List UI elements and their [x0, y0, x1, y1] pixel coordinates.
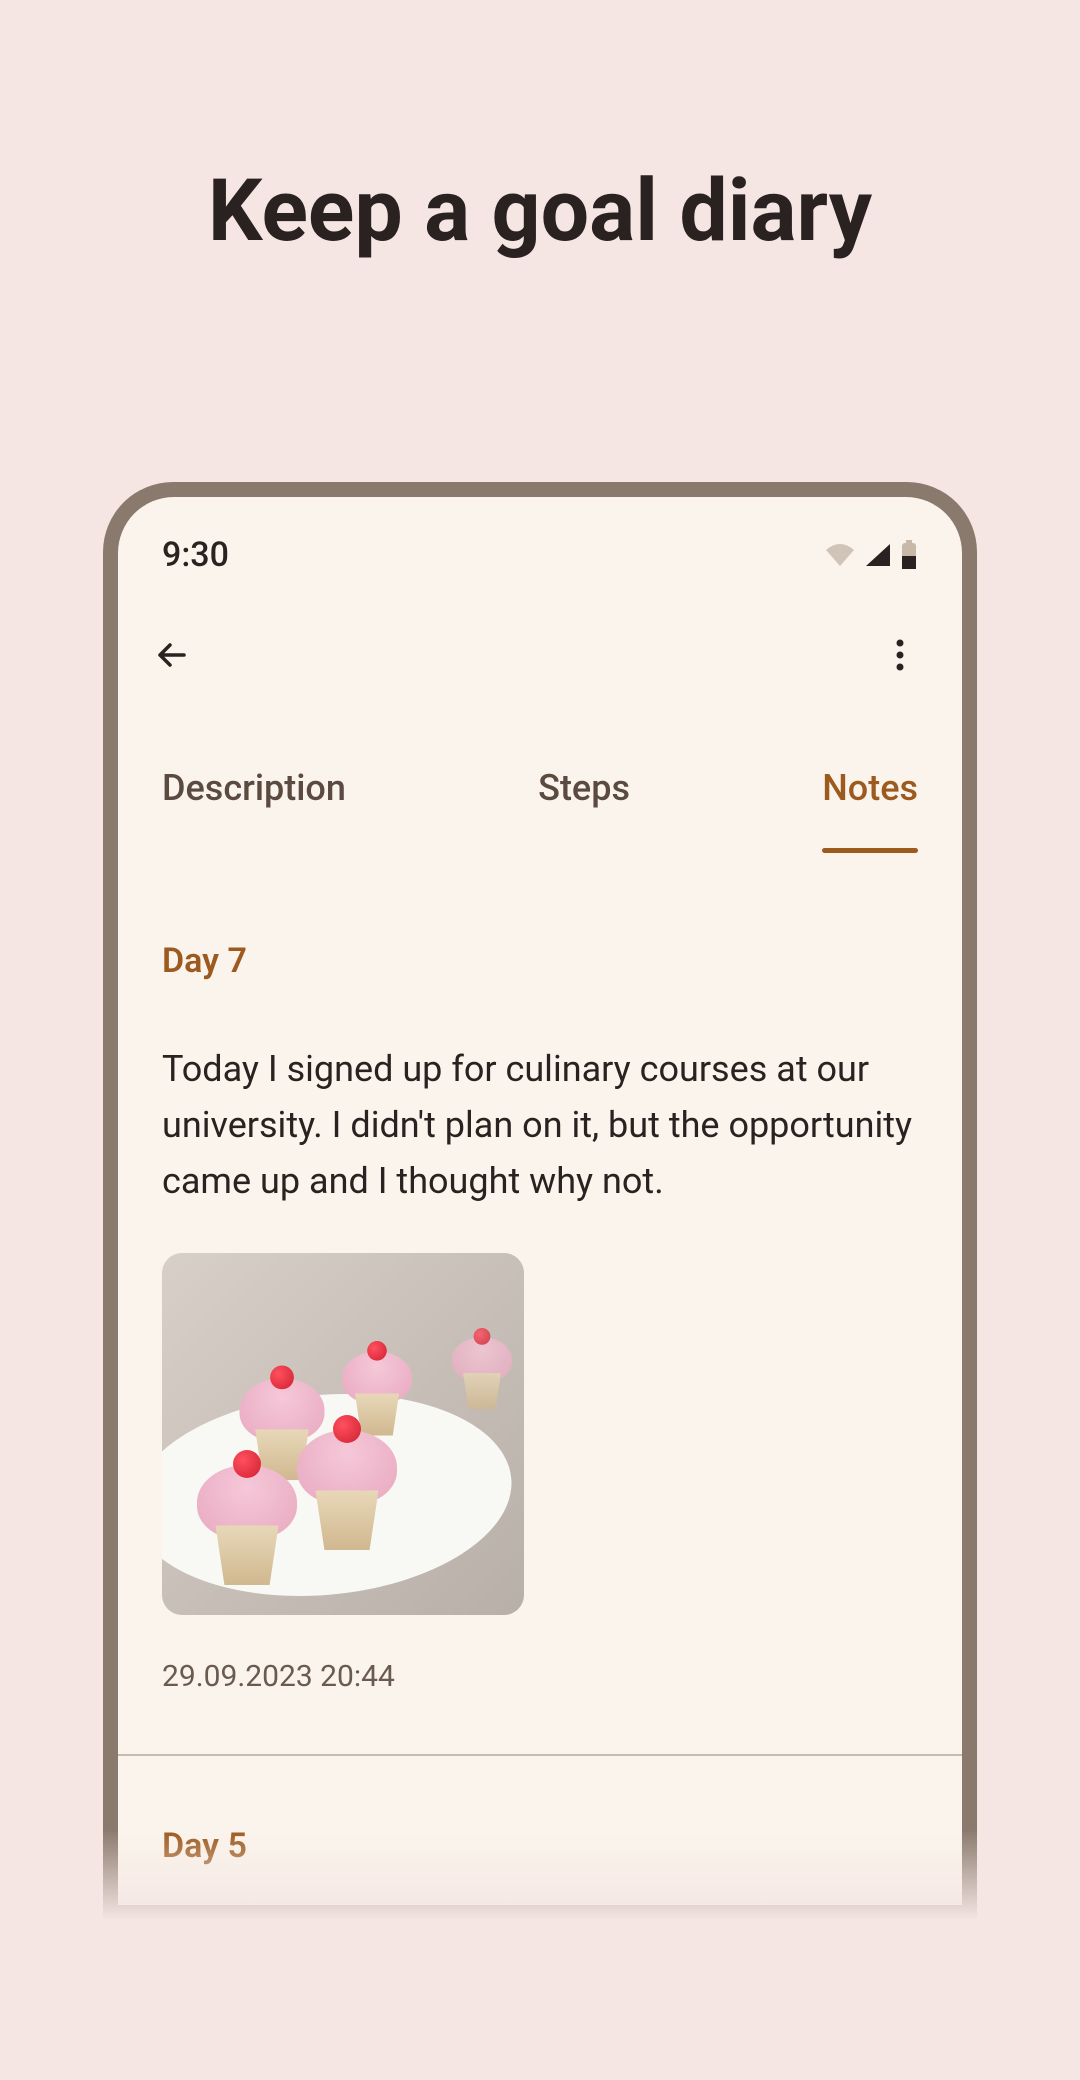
note-timestamp: 29.09.2023 20:44 [162, 1659, 918, 1694]
note-day-title: Day 7 [162, 941, 918, 981]
status-time: 9:30 [162, 535, 229, 575]
tab-steps[interactable]: Steps [538, 767, 630, 853]
note-entry: Day 7 Today I signed up for culinary cou… [162, 941, 918, 1694]
tabs: Description Steps Notes [118, 687, 962, 853]
note-image[interactable] [162, 1253, 524, 1615]
status-bar: 9:30 [118, 497, 962, 585]
hero-title: Keep a goal diary [0, 160, 1080, 261]
more-button[interactable] [878, 633, 922, 677]
back-button[interactable] [150, 633, 194, 677]
app-bar [118, 585, 962, 687]
more-vertical-icon [896, 639, 904, 671]
note-text: Today I signed up for culinary courses a… [162, 1041, 918, 1209]
status-icons [824, 540, 918, 570]
phone-screen: 9:30 [118, 497, 962, 1905]
battery-icon [900, 540, 918, 570]
signal-icon [864, 542, 892, 568]
phone-frame: 9:30 [103, 482, 977, 1920]
arrow-left-icon [152, 635, 192, 675]
tab-notes[interactable]: Notes [822, 767, 918, 853]
wifi-icon [824, 542, 856, 568]
note-day-title: Day 5 [162, 1826, 918, 1866]
note-entry: Day 5 [162, 1826, 918, 1866]
tab-description[interactable]: Description [162, 767, 346, 853]
notes-list: Day 7 Today I signed up for culinary cou… [118, 853, 962, 1866]
divider [118, 1754, 962, 1756]
